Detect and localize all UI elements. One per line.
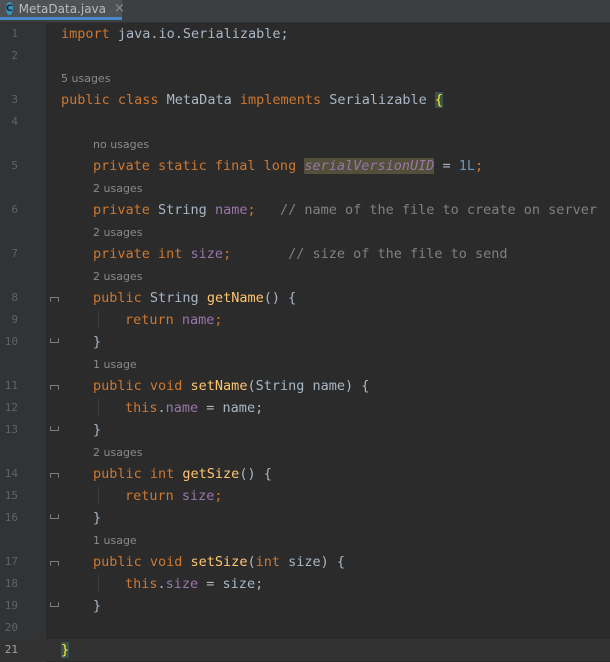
fold-icon[interactable]	[50, 602, 59, 607]
indent-guide	[98, 574, 99, 592]
code-text: public String getName() {	[93, 290, 297, 306]
line-number: 13	[4, 423, 18, 436]
code-line: 8 public String getName() {	[0, 287, 610, 309]
editor-tab-bar: C MetaData.java ×	[0, 0, 610, 23]
code-line: 1 import java.io.Serializable;	[0, 23, 610, 45]
code-line: 16 }	[0, 507, 610, 529]
line-number: 1	[11, 27, 18, 40]
tab-metadata-java[interactable]: C MetaData.java ×	[0, 0, 125, 20]
code-line: 20	[0, 617, 610, 639]
fold-icon[interactable]	[50, 426, 59, 431]
line-number: 3	[11, 93, 18, 106]
code-line: 9 return name;	[0, 309, 610, 331]
usage-hint[interactable]: 2 usages	[93, 446, 142, 459]
code-text: return name;	[125, 312, 223, 328]
line-number: 18	[4, 577, 18, 590]
usage-hint[interactable]: 2 usages	[93, 270, 142, 283]
code-editor[interactable]: 1 import java.io.Serializable; 2 5 usage…	[0, 23, 610, 662]
line-number: 6	[11, 203, 18, 216]
code-line: 13 }	[0, 419, 610, 441]
tab-label: MetaData.java	[18, 1, 107, 16]
fold-icon[interactable]	[50, 297, 59, 302]
code-line: 4	[0, 111, 610, 133]
code-line: 15 return size;	[0, 485, 610, 507]
code-line: 18 this.size = size;	[0, 573, 610, 595]
close-icon[interactable]: ×	[114, 1, 125, 16]
line-number: 5	[11, 159, 18, 172]
line-number: 12	[4, 401, 18, 414]
code-text: public void setName(String name) {	[93, 378, 370, 394]
code-text: }	[93, 598, 102, 614]
indent-guide	[98, 398, 99, 416]
code-line: 17 public void setSize(int size) {	[0, 551, 610, 573]
code-text: }	[93, 510, 102, 526]
code-text: this.name = name;	[125, 400, 264, 416]
fold-icon[interactable]	[50, 338, 59, 343]
code-text: }	[61, 642, 70, 658]
line-number: 21	[4, 643, 18, 656]
fold-icon[interactable]	[50, 385, 59, 390]
code-text: public class MetaData implements Seriali…	[61, 92, 444, 108]
line-number: 11	[4, 379, 18, 392]
code-line: 10 }	[0, 331, 610, 353]
line-number: 19	[4, 599, 18, 612]
line-number: 17	[4, 555, 18, 568]
fold-icon[interactable]	[50, 561, 59, 566]
indent-guide	[98, 486, 99, 504]
code-line-current: 21 }	[0, 639, 610, 661]
line-number: 2	[11, 49, 18, 62]
code-line: 2	[0, 45, 610, 67]
usage-hint[interactable]: 2 usages	[93, 182, 142, 195]
code-text: import java.io.Serializable;	[61, 26, 289, 42]
indent-guide	[98, 310, 99, 328]
java-class-icon: C	[6, 2, 13, 15]
code-line: 5 private static final long serialVersio…	[0, 155, 610, 177]
line-number: 4	[11, 115, 18, 128]
code-line: 11 public void setName(String name) {	[0, 375, 610, 397]
code-text: }	[93, 422, 102, 438]
code-text: private int size; // size of the file to…	[93, 246, 508, 262]
fold-icon[interactable]	[50, 473, 59, 478]
usage-hint[interactable]: no usages	[93, 138, 149, 151]
code-text: return size;	[125, 488, 223, 504]
code-line: 3 public class MetaData implements Seria…	[0, 89, 610, 111]
line-number: 16	[4, 511, 18, 524]
line-number: 15	[4, 489, 18, 502]
code-text: public int getSize() {	[93, 466, 272, 482]
fold-icon[interactable]	[50, 514, 59, 519]
code-text: }	[93, 334, 102, 350]
code-line: 19 }	[0, 595, 610, 617]
code-line: 14 public int getSize() {	[0, 463, 610, 485]
code-text: private static final long serialVersionU…	[93, 158, 484, 174]
usage-hint[interactable]: 1 usage	[93, 358, 137, 371]
line-number: 8	[11, 291, 18, 304]
line-number: 14	[4, 467, 18, 480]
line-number: 20	[4, 621, 18, 634]
code-line: 12 this.name = name;	[0, 397, 610, 419]
usage-hint[interactable]: 2 usages	[93, 226, 142, 239]
code-line: 7 private int size; // size of the file …	[0, 243, 610, 265]
line-number: 10	[4, 335, 18, 348]
code-text: private String name; // name of the file…	[93, 202, 597, 218]
code-text: this.size = size;	[125, 576, 264, 592]
line-number: 9	[11, 313, 18, 326]
line-number: 7	[11, 247, 18, 260]
code-text: public void setSize(int size) {	[93, 554, 346, 570]
usage-hint[interactable]: 5 usages	[61, 72, 110, 85]
usage-hint[interactable]: 1 usage	[93, 534, 137, 547]
code-line: 6 private String name; // name of the fi…	[0, 199, 610, 221]
